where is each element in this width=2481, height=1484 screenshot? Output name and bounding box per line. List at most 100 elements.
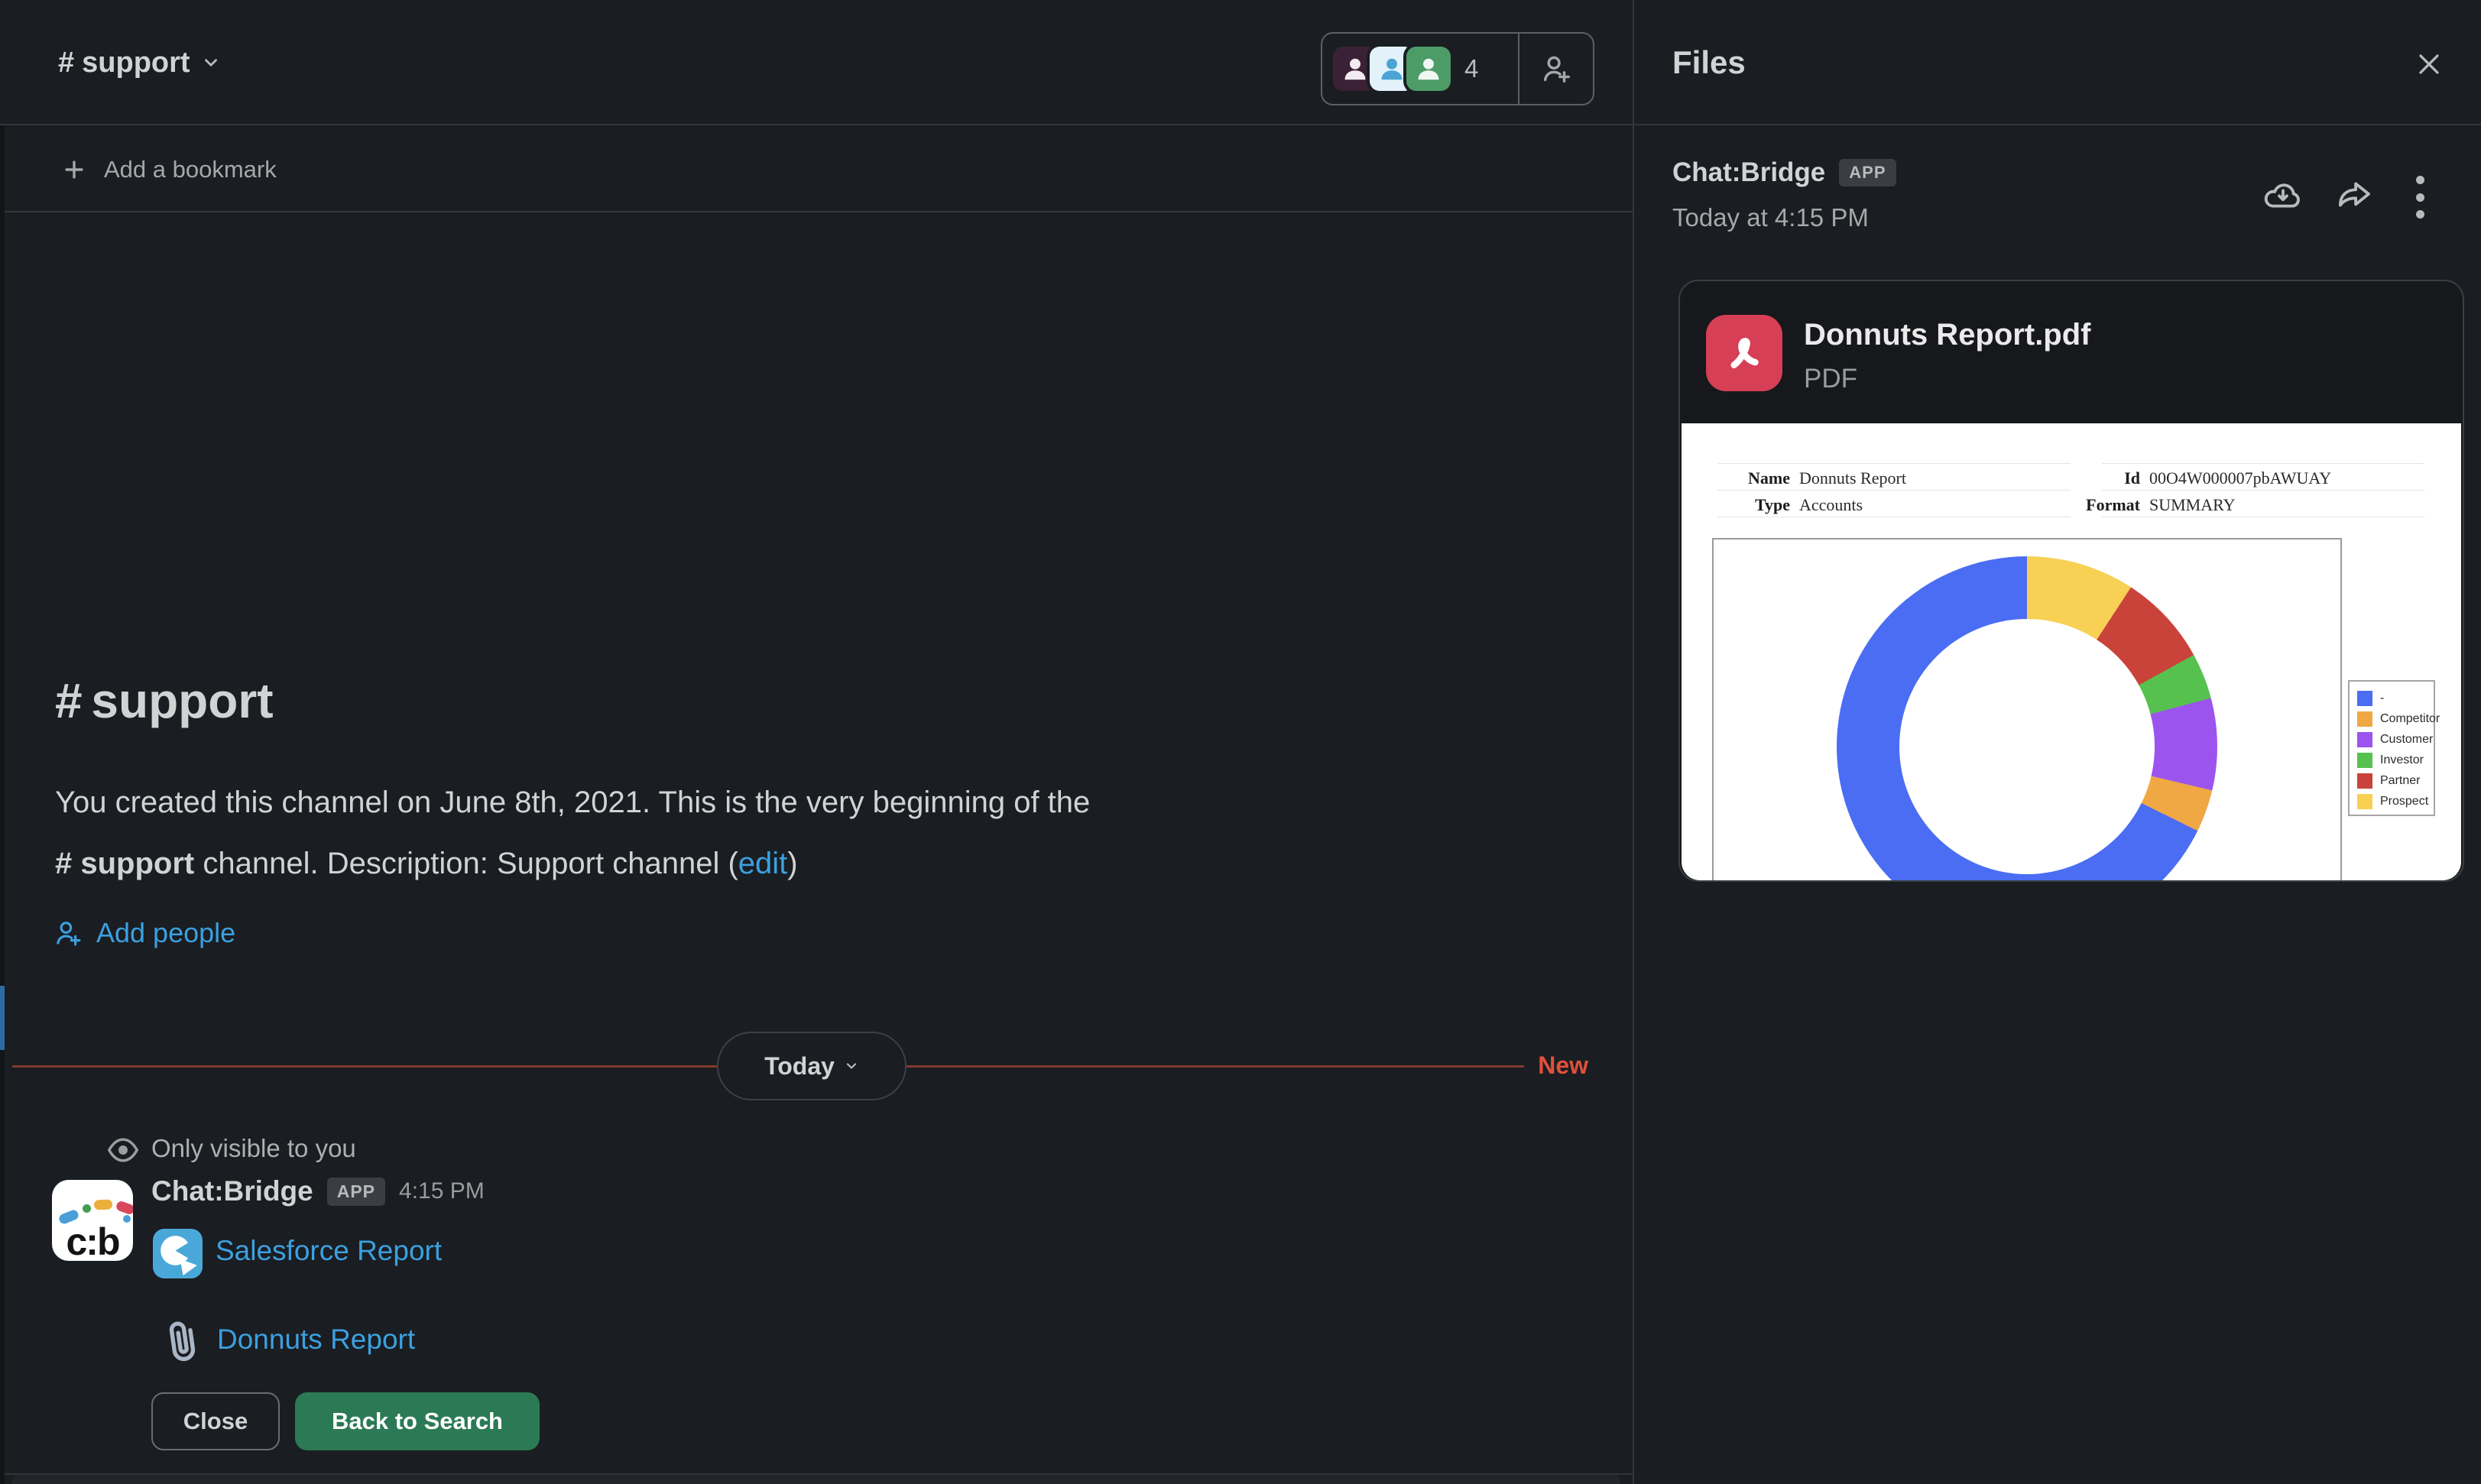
avatar [1406,47,1451,91]
salesforce-report-icon [153,1229,203,1278]
intro-line2-close: ) [787,847,797,880]
chatbridge-avatar[interactable]: c:b [52,1180,133,1261]
eye-icon [105,1132,141,1168]
visibility-note: Only visible to you [151,1134,356,1163]
close-icon[interactable] [2412,47,2446,81]
attachment-link[interactable]: Donnuts Report [217,1324,415,1356]
person-plus-icon [1539,51,1574,86]
add-member-button[interactable] [1519,34,1593,104]
app-badge: APP [327,1178,385,1206]
preview-rule [2102,490,2424,491]
intro-text-line2: # support channel. Description: Support … [55,847,1507,881]
intro-line2-text: channel. Description: Support channel ( [194,847,738,880]
add-bookmark-label: Add a bookmark [104,156,277,183]
field-value: SUMMARY [2149,495,2235,515]
date-divider-label: Today [764,1052,835,1081]
app-badge: APP [1839,159,1896,186]
legend-swatch [2357,732,2372,747]
left-edge-strip [0,125,5,1484]
intro-line2-channel: support [80,847,194,880]
add-bookmark-button[interactable]: Add a bookmark [61,127,277,212]
pdf-file-icon [1706,315,1782,391]
legend-item: Prospect [2357,791,2434,812]
message-actions: Close Back to Search [151,1392,540,1450]
chart-legend: - Competitor Customer Investor Partner P… [2348,680,2435,816]
forward-icon[interactable] [2334,174,2376,215]
close-button[interactable]: Close [151,1392,280,1450]
chevron-down-icon [201,53,221,73]
left-scroll-indicator[interactable] [0,986,5,1050]
legend-label: Competitor [2380,712,2440,726]
field-label: Id [2068,468,2140,488]
avatar-dash [115,1200,133,1215]
avatar-monogram: c:b [52,1220,133,1261]
legend-item: Partner [2357,770,2434,791]
field-label: Format [2068,495,2140,515]
intro-hash: # [55,673,83,728]
files-panel-title: Files [1672,0,1746,125]
file-timestamp: Today at 4:15 PM [1672,203,1869,232]
add-people-link[interactable]: Add people [52,917,235,949]
member-count: 4 [1464,54,1478,83]
file-sender-row: Chat:Bridge APP [1672,157,1896,188]
member-avatars[interactable]: 4 [1322,34,1518,104]
avatar-dash [94,1200,112,1210]
file-card[interactable]: Donnuts Report.pdf PDF Name Donnuts Repo… [1678,280,2464,882]
files-panel: Files Chat:Bridge APP Today at 4:15 PM D… [1633,0,2481,1484]
legend-item: Customer [2357,729,2434,750]
legend-item: Investor [2357,750,2434,770]
unread-divider-line [906,1065,1524,1068]
plus-icon [61,157,87,183]
legend-swatch [2357,794,2372,809]
member-box[interactable]: 4 [1321,32,1594,105]
edit-description-link[interactable]: edit [738,847,788,880]
legend-label: - [2380,692,2384,705]
message-timestamp[interactable]: 4:15 PM [399,1178,485,1204]
intro-title: # support [55,672,274,729]
add-people-label: Add people [96,917,235,949]
app-window: #support 4 [0,0,2481,1484]
intro-line2-hash: # [55,847,80,880]
channel-hash: # [58,47,74,79]
file-name: Donnuts Report.pdf [1804,318,2091,352]
file-type: PDF [1804,364,1857,394]
sender-name[interactable]: Chat:Bridge [151,1175,313,1207]
pdf-preview: Name Donnuts Report Id 00O4W000007pbAWUA… [1682,423,2461,880]
preview-rule [1717,463,2071,464]
message-header: Chat:Bridge APP 4:15 PM [151,1175,485,1207]
date-divider-button[interactable]: Today [717,1032,906,1100]
intro-channel-name: support [91,673,273,728]
paperclip-icon [154,1313,211,1373]
legend-swatch [2357,691,2372,706]
legend-item: - [2357,688,2434,708]
kebab-menu-icon[interactable] [2411,176,2429,219]
field-value: 00O4W000007pbAWUAY [2149,468,2331,488]
person-plus-icon [52,917,84,949]
file-sender-name[interactable]: Chat:Bridge [1672,157,1825,188]
legend-swatch [2357,711,2372,727]
channel-title-button[interactable]: #support [58,0,221,125]
preview-rule [1717,490,2071,491]
legend-swatch [2357,773,2372,789]
channel-header: #support 4 [0,0,1633,125]
download-icon[interactable] [2262,174,2304,215]
legend-item: Competitor [2357,708,2434,729]
field-value: Accounts [1799,495,1863,515]
new-messages-label: New [1498,1051,1588,1080]
field-label: Name [1717,468,1790,488]
unread-divider-line [12,1065,717,1068]
channel-panel: #support 4 [0,0,1633,1484]
back-to-search-button[interactable]: Back to Search [295,1392,540,1450]
legend-swatch [2357,753,2372,768]
field-label: Type [1717,495,1790,515]
legend-label: Prospect [2380,795,2428,808]
donut-hole [1899,619,2155,874]
legend-label: Investor [2380,753,2424,767]
legend-label: Customer [2380,733,2433,747]
files-panel-header: Files [1634,0,2481,125]
avatar-dash [83,1204,91,1213]
salesforce-report-link[interactable]: Salesforce Report [216,1235,442,1267]
channel-name: support [82,47,190,79]
legend-label: Partner [2380,774,2420,788]
composer-top-strip [12,1475,1620,1484]
